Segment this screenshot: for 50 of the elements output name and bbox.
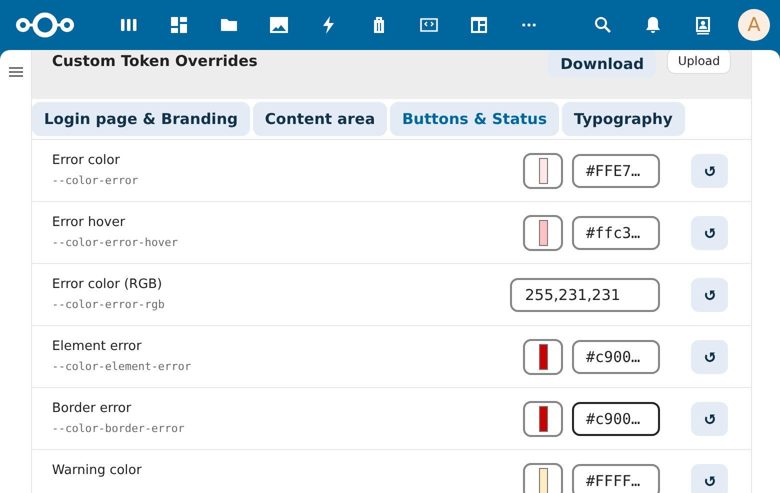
- token-name: --color-error-hover: [52, 236, 179, 248]
- token-label: Warning color: [52, 462, 143, 478]
- bell-icon: [643, 15, 663, 35]
- hex-input-field[interactable]: #c900…: [572, 402, 660, 436]
- tab[interactable]: Content area: [252, 102, 388, 136]
- token-label: Error color (RGB): [52, 276, 164, 292]
- tab[interactable]: Login page & Branding: [32, 102, 250, 136]
- undo-icon: [704, 350, 716, 362]
- value-input-field[interactable]: 255,231,231: [510, 278, 660, 312]
- reset-button[interactable]: [691, 340, 728, 374]
- undo-icon: [704, 412, 716, 424]
- token-name: --color-element-error: [52, 360, 192, 372]
- token-label: Error color: [52, 152, 121, 168]
- dashboard-icon: [169, 15, 189, 35]
- undo-icon: [704, 164, 716, 176]
- tab[interactable]: Typography: [562, 102, 685, 136]
- undo-icon: [704, 474, 716, 486]
- hex-input-field[interactable]: #FFE7…: [572, 154, 660, 188]
- undo-icon: [704, 288, 716, 300]
- reset-button[interactable]: [691, 216, 728, 250]
- token-label: Element error: [52, 338, 142, 354]
- token-name: --color-border-error: [52, 422, 186, 434]
- token-name: --color-error: [52, 174, 140, 186]
- token-label: Error hover: [52, 214, 126, 230]
- color-picker-button[interactable]: [523, 338, 563, 374]
- image-icon: [269, 15, 289, 35]
- hex-input-field[interactable]: #FFFF…: [572, 464, 660, 493]
- contact-card-icon: [693, 15, 713, 35]
- hex-input-field[interactable]: #ffc3…: [572, 216, 660, 250]
- reset-button[interactable]: [691, 402, 728, 436]
- panel-title: Custom Token Overrides: [52, 51, 259, 70]
- hex-input-field[interactable]: #c900…: [572, 340, 660, 374]
- table-icon: [469, 15, 489, 35]
- code-icon: [419, 15, 439, 35]
- action-button[interactable]: Download: [548, 50, 656, 78]
- color-picker-button[interactable]: [523, 152, 563, 188]
- token-name: --color-error-rgb: [52, 298, 166, 310]
- color-picker-button[interactable]: [523, 214, 563, 250]
- reset-button[interactable]: [691, 464, 728, 493]
- search-icon: [593, 15, 613, 35]
- action-button[interactable]: Upload: [666, 50, 731, 74]
- color-picker-button[interactable]: [523, 400, 563, 436]
- reset-button[interactable]: [691, 278, 728, 312]
- reset-button[interactable]: [691, 154, 728, 188]
- more-icon: [522, 23, 536, 27]
- undo-icon: [704, 226, 716, 238]
- tab[interactable]: Buttons & Status: [390, 102, 559, 136]
- logo-icon[interactable]: [14, 11, 76, 39]
- token-label: Border error: [52, 400, 132, 416]
- color-picker-button[interactable]: [523, 462, 563, 493]
